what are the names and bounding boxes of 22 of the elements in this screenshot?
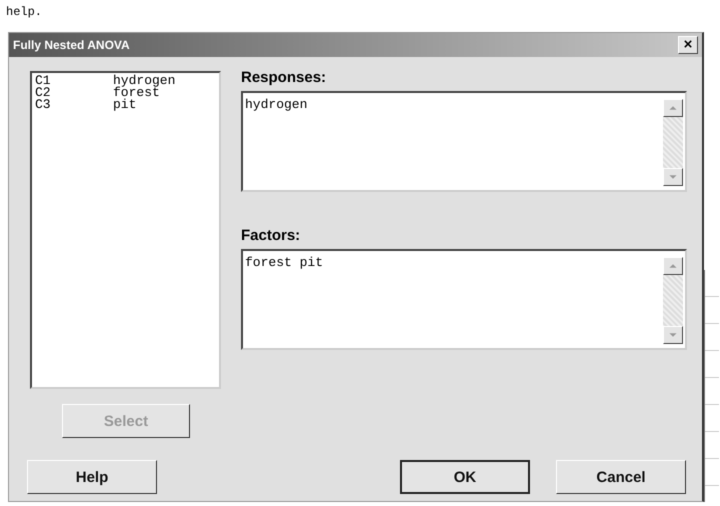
variable-name[interactable]: forest [113, 87, 160, 99]
column-id[interactable]: C2 [35, 87, 113, 99]
scroll-down-icon[interactable] [663, 168, 683, 186]
responses-field[interactable]: hydrogen [241, 91, 687, 192]
close-button[interactable]: × [678, 36, 698, 54]
dialog-button[interactable]: Help [27, 460, 157, 494]
dialog-button[interactable]: Cancel [556, 460, 686, 494]
scroll-up-icon[interactable] [663, 257, 683, 275]
scroll-up-icon[interactable] [663, 99, 683, 117]
console-text: help. [6, 5, 42, 19]
column-id[interactable]: C1 [35, 75, 113, 87]
window-title: Fully Nested ANOVA [13, 38, 130, 52]
variable-name[interactable]: pit [113, 99, 136, 111]
dialog-button[interactable]: OK [400, 460, 530, 494]
factors-label: Factors: [241, 229, 302, 243]
responses-label: Responses: [241, 71, 328, 85]
factors-field[interactable]: forest pit [241, 249, 687, 350]
scrollbar[interactable] [663, 99, 683, 186]
scrollbar[interactable] [663, 257, 683, 344]
variable-name[interactable]: hydrogen [113, 75, 176, 87]
column-id[interactable]: C3 [35, 99, 113, 111]
scroll-down-icon[interactable] [663, 326, 683, 344]
